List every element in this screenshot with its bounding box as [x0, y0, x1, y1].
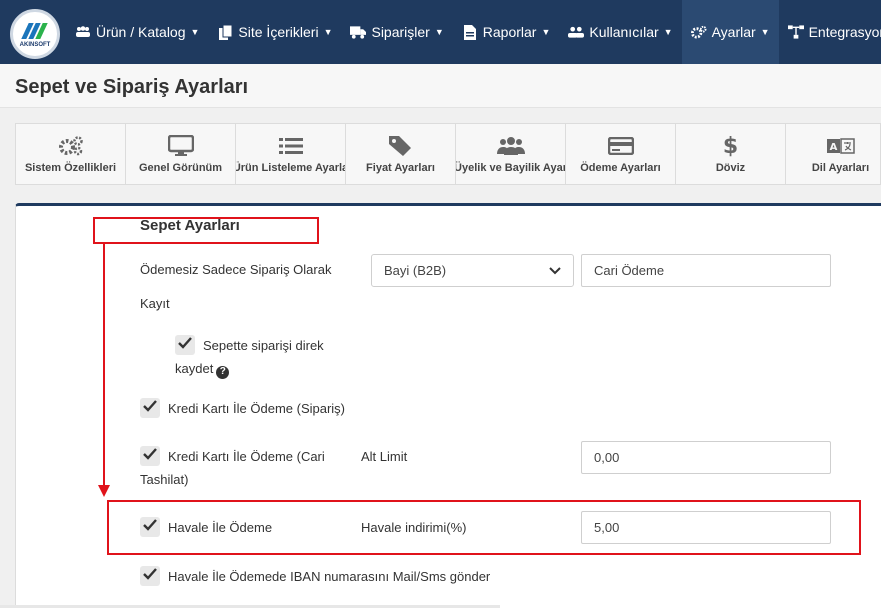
cc-cari-checkbox[interactable] [140, 446, 160, 466]
gears-icon [58, 134, 84, 158]
nav-item-ayarlar[interactable]: Ayarlar ▼ [681, 0, 779, 64]
caret-down-icon: ▼ [323, 27, 333, 37]
nav-item-label: Site İçerikleri [238, 24, 319, 40]
settings-tabs: Sistem Özellikleri Genel Görünüm Ürün Li… [15, 123, 881, 185]
truck-icon [350, 24, 367, 40]
caret-down-icon: ▼ [190, 27, 200, 37]
cc-cari-label: Kredi Kartı İle Ödeme (Cari [168, 449, 325, 464]
users-icon [75, 24, 91, 40]
tab-fiyat-ayarlari[interactable]: Fiyat Ayarları [346, 124, 456, 184]
check-icon [143, 447, 157, 465]
tab-label: Fiyat Ayarları [366, 162, 435, 174]
unpaid-order-select[interactable]: Bayi (B2B) [371, 254, 574, 287]
tab-label: Döviz [715, 162, 746, 174]
caret-down-icon: ▼ [760, 27, 770, 37]
nav-item-raporlar[interactable]: Raporlar ▼ [453, 0, 560, 64]
tab-label: Dil Ayarları [811, 162, 870, 174]
cc-order-label: Kredi Kartı İle Ödeme (Sipariş) [168, 401, 346, 416]
dollar-icon: $ [722, 133, 739, 159]
tab-genel-gorunum[interactable]: Genel Görünüm [126, 124, 236, 184]
annotation-arrow-head [98, 485, 110, 497]
tab-dil-ayarlari[interactable]: A Dil Ayarları [786, 124, 880, 184]
highlight-box-title [93, 217, 319, 244]
nav-item-kullanicilar[interactable]: Kullanıcılar ▼ [559, 0, 681, 64]
caret-down-icon: ▼ [541, 27, 551, 37]
highlight-box-havale [107, 500, 861, 555]
caret-down-icon: ▼ [434, 27, 444, 37]
check-icon [178, 336, 192, 354]
select-value: Bayi (B2B) [384, 263, 447, 278]
tab-doviz[interactable]: $ Döviz [676, 124, 786, 184]
tab-label: Üyelik ve Bayilik Ayar [456, 162, 566, 174]
tab-label: Sistem Özellikleri [24, 162, 117, 174]
users-icon [496, 134, 525, 158]
alt-limit-input[interactable]: 0,00 [581, 441, 831, 474]
tab-odeme-ayarlari[interactable]: Ödeme Ayarları [566, 124, 676, 184]
nav-item-entegrasyonlar[interactable]: Entegrasyonlar ▼ [779, 0, 881, 64]
tab-urun-listeleme[interactable]: Ürün Listeleme Ayarla [236, 124, 346, 184]
direct-save-label-cont: kaydet? [175, 358, 230, 380]
tags-icon [388, 134, 414, 158]
main-menu: Ürün / Katalog ▼ Site İçerikleri ▼ Sipar… [66, 0, 881, 64]
page-header: Sepet ve Sipariş Ayarları [0, 64, 881, 108]
nav-item-label: Raporlar [482, 24, 537, 40]
alt-limit-label: Alt Limit [361, 449, 408, 464]
cc-cari-label-cont: Tashilat) [140, 472, 189, 487]
tab-uyelik-bayilik[interactable]: Üyelik ve Bayilik Ayar [456, 124, 566, 184]
payment-type-input[interactable]: Cari Ödeme [581, 254, 831, 287]
sitemap-icon [787, 24, 804, 40]
iban-checkbox[interactable] [140, 566, 160, 586]
file-icon [462, 24, 478, 40]
gears-icon [690, 24, 707, 40]
users-icon [568, 24, 585, 40]
direct-save-checkbox[interactable] [175, 335, 195, 355]
logo-mark-icon [21, 21, 48, 41]
logo-text: AKINSOFT [19, 41, 51, 48]
brand-logo[interactable]: AKINSOFT [10, 9, 60, 59]
unpaid-order-label: Ödemesiz Sadece Sipariş Olarak [140, 262, 332, 277]
unpaid-order-label-cont: Kayıt [140, 296, 170, 311]
tab-label: Ödeme Ayarları [580, 162, 661, 174]
tab-label: Genel Görünüm [138, 162, 223, 174]
nav-item-label: Kullanıcılar [589, 24, 659, 40]
annotation-arrow-line [103, 243, 105, 487]
help-icon[interactable]: ? [216, 365, 230, 379]
copy-icon [217, 24, 233, 40]
top-navbar: AKINSOFT Ürün / Katalog ▼ Site İçerikler… [0, 0, 881, 64]
nav-item-site-icerikleri[interactable]: Site İçerikleri ▼ [208, 0, 341, 64]
list-icon [278, 134, 303, 158]
nav-item-label: Entegrasyonlar [808, 24, 881, 40]
check-icon [143, 399, 157, 417]
chevron-down-icon [549, 263, 561, 278]
nav-item-label: Ayarlar [711, 24, 756, 40]
tab-label: Ürün Listeleme Ayarla [236, 162, 346, 174]
nav-item-siparisler[interactable]: Siparişler ▼ [341, 0, 452, 64]
svg-text:A: A [829, 142, 837, 153]
cc-order-checkbox[interactable] [140, 398, 160, 418]
monitor-icon [167, 134, 194, 158]
nav-item-urun-katalog[interactable]: Ürün / Katalog ▼ [66, 0, 208, 64]
credit-card-icon [607, 134, 634, 158]
nav-item-label: Ürün / Katalog [96, 24, 186, 40]
check-icon [143, 567, 157, 585]
iban-label: Havale İle Ödemede IBAN numarasını Mail/… [168, 569, 491, 584]
tab-sistem-ozellikleri[interactable]: Sistem Özellikleri [16, 124, 126, 184]
nav-item-label: Siparişler [371, 24, 430, 40]
page-title: Sepet ve Sipariş Ayarları [15, 76, 249, 98]
direct-save-label: Sepette siparişi direk [203, 338, 324, 353]
language-icon: A [826, 134, 855, 158]
caret-down-icon: ▼ [663, 27, 673, 37]
